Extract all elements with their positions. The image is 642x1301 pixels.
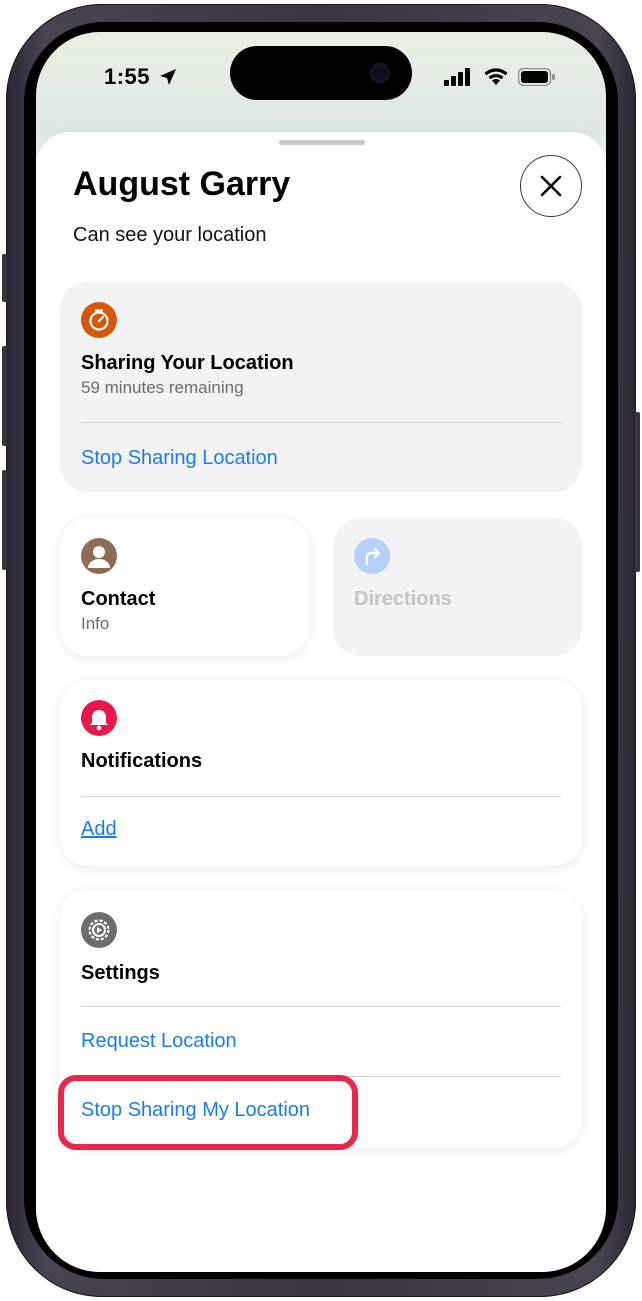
- notifications-title: Notifications: [81, 750, 203, 772]
- power-button: [635, 412, 640, 572]
- page-title: August Garry: [73, 165, 291, 203]
- contact-avatar-icon: [81, 538, 117, 574]
- directions-card: Directions: [333, 518, 582, 656]
- notifications-card: Notifications Add: [60, 680, 582, 866]
- close-icon: [540, 175, 562, 197]
- bell-icon: [81, 700, 117, 736]
- directions-icon: [354, 538, 390, 574]
- page-subtitle: Can see your location: [73, 224, 267, 246]
- divider: [81, 1006, 561, 1007]
- camera-icon: [370, 63, 390, 83]
- add-notification-link[interactable]: Add: [81, 818, 117, 841]
- divider: [81, 422, 563, 423]
- request-location-link[interactable]: Request Location: [81, 1030, 237, 1053]
- sheet-grabber[interactable]: [279, 140, 365, 145]
- status-bar: 1:55: [36, 32, 606, 122]
- stop-sharing-location-link[interactable]: Stop Sharing Location: [81, 447, 278, 470]
- contact-card[interactable]: Contact Info: [60, 518, 309, 656]
- action-button: [2, 254, 7, 302]
- sharing-remaining-text: 59 minutes remaining: [81, 378, 244, 397]
- volume-up-button: [2, 346, 7, 446]
- volume-down-button: [2, 470, 7, 570]
- battery-icon: [518, 68, 555, 86]
- timer-icon: [81, 302, 117, 338]
- screen: 1:55 August Garry Can see your location: [36, 32, 606, 1272]
- settings-title: Settings: [81, 962, 160, 984]
- close-button[interactable]: [520, 155, 582, 217]
- status-time: 1:55: [104, 64, 151, 89]
- contact-title: Contact: [81, 588, 156, 610]
- highlight-annotation: [58, 1075, 358, 1150]
- location-arrow-icon: [160, 69, 176, 85]
- sharing-title: Sharing Your Location: [81, 352, 294, 374]
- wifi-icon: [484, 68, 508, 85]
- cellular-signal-icon: [444, 68, 470, 86]
- directions-title: Directions: [354, 588, 452, 610]
- person-detail-sheet: August Garry Can see your location Shari…: [36, 132, 606, 1272]
- sharing-location-card: Sharing Your Location 59 minutes remaini…: [60, 282, 582, 492]
- contact-subtitle: Info: [81, 614, 110, 633]
- gear-icon: [81, 912, 117, 948]
- divider: [81, 796, 561, 797]
- dynamic-island: [230, 46, 412, 100]
